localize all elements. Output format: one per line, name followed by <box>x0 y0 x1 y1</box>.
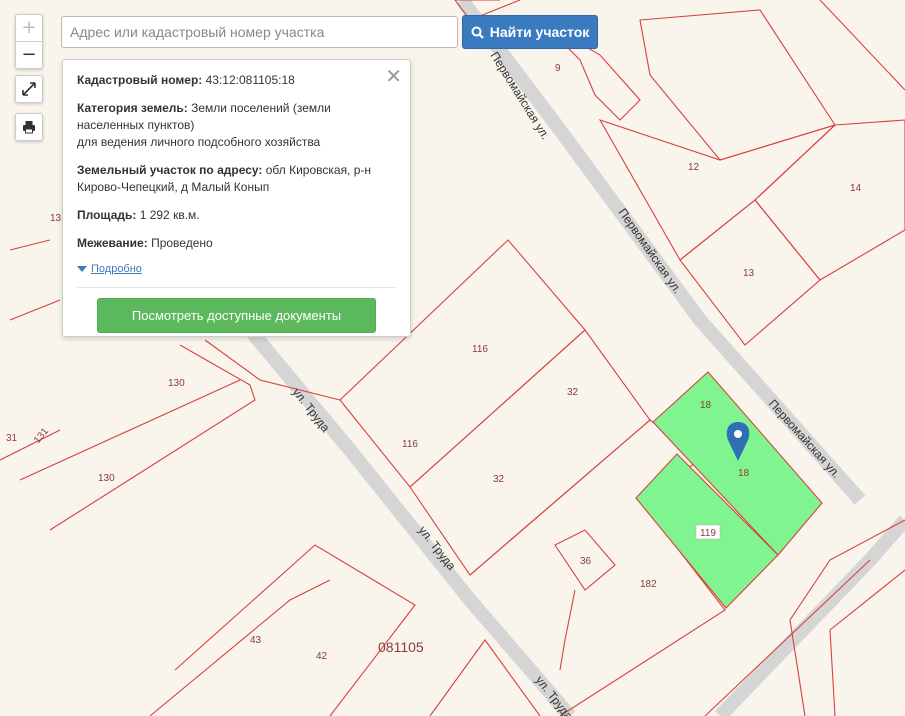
street-label-truda-3: ул. Труда <box>533 673 576 716</box>
street-label-pervomayskaya-top: Первомайская ул. <box>487 49 552 142</box>
zoom-in-button[interactable]: + <box>16 15 42 41</box>
print-button[interactable] <box>15 113 43 141</box>
details-link[interactable]: Подробно <box>77 263 396 275</box>
parcel-label-14: 14 <box>850 183 862 194</box>
parcel-label-130b: 130 <box>98 473 115 484</box>
zoom-out-button[interactable]: − <box>16 41 42 68</box>
parcel-info-popup: ✕ Кадастровый номер: 43:12:081105:18 Кат… <box>62 59 411 337</box>
zoom-control: + − <box>15 14 43 69</box>
parcel-label-116b: 116 <box>402 439 418 450</box>
search-input[interactable] <box>61 16 458 48</box>
address-row: Земельный участок по адресу: обл Кировск… <box>77 163 372 194</box>
search-icon <box>471 26 484 39</box>
cadastral-number-row: Кадастровый номер: 43:12:081105:18 <box>77 73 295 87</box>
parcel-label-119: 119 <box>700 528 716 539</box>
fullscreen-button[interactable] <box>15 75 43 103</box>
parcel-label-18a: 18 <box>700 400 712 411</box>
parcel-label-130a: 130 <box>168 378 185 389</box>
parcel-label-13b: 13 <box>50 213 62 224</box>
parcel-label-32b: 32 <box>493 474 505 485</box>
parcel-label-42: 42 <box>316 651 328 662</box>
cadastral-number-value: 43:12:081105:18 <box>205 73 295 87</box>
close-icon[interactable]: ✕ <box>385 64 402 88</box>
area-row: Площадь: 1 292 кв.м. <box>77 208 200 222</box>
printer-icon <box>23 121 35 134</box>
view-documents-button[interactable]: Посмотреть доступные документы <box>97 298 376 333</box>
parcel-label-18b: 18 <box>738 468 750 479</box>
parcel-label-36: 36 <box>580 556 592 567</box>
quarter-label: 081105 <box>378 639 424 655</box>
find-parcel-button[interactable]: Найти участок <box>462 15 598 49</box>
parcel-label-9: 9 <box>555 63 561 74</box>
caret-down-icon <box>77 266 87 272</box>
parcel-label-32a: 32 <box>567 387 579 398</box>
parcel-label-116a: 116 <box>472 344 488 355</box>
parcel-label-182: 182 <box>640 579 657 590</box>
expand-icon <box>22 82 36 96</box>
parcel-label-31: 31 <box>6 433 18 444</box>
parcel-label-43: 43 <box>250 635 262 646</box>
land-category-row: Категория земель: Земли поселений (земли… <box>77 101 331 149</box>
parcel-label-13: 13 <box>743 268 755 279</box>
find-parcel-label: Найти участок <box>489 24 590 40</box>
survey-row: Межевание: Проведено <box>77 236 213 250</box>
divider <box>77 287 396 288</box>
parcel-label-12: 12 <box>688 162 700 173</box>
